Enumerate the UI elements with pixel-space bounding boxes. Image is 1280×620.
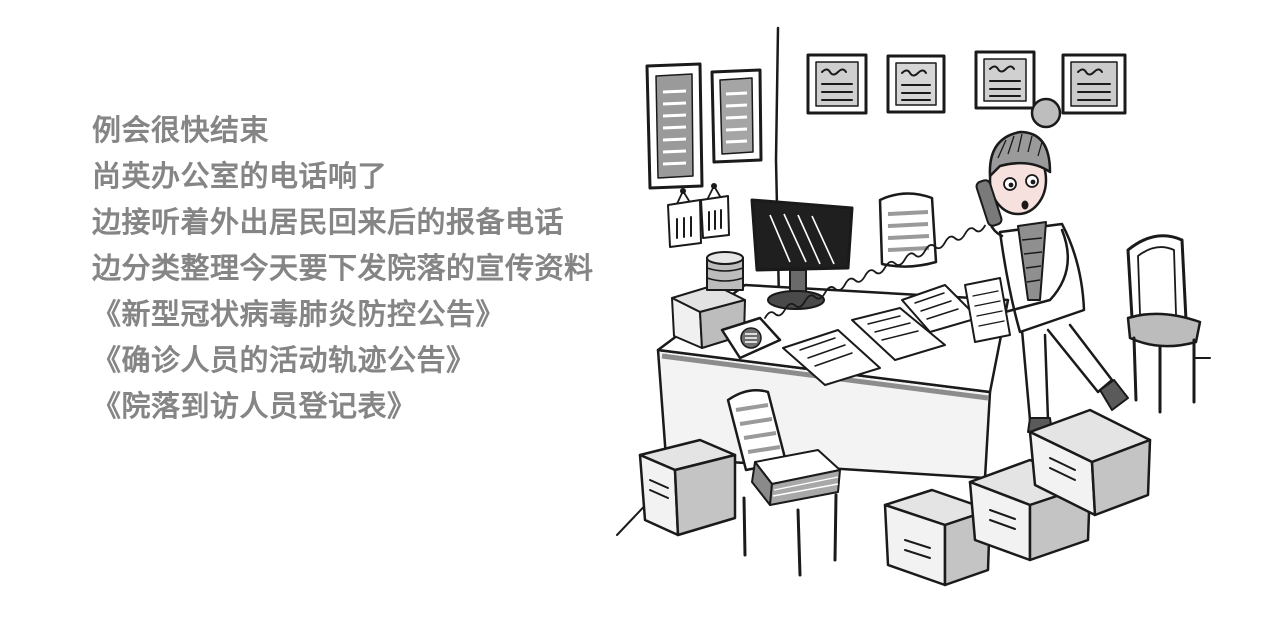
sign-nail [680, 188, 686, 194]
chair-legs [1132, 336, 1196, 414]
narration-text: 例会很快结束 尚英办公室的电话响了 边接听着外出居民回来后的报备电话 边分类整理… [92, 107, 652, 429]
comic-panel: 例会很快结束 尚英办公室的电话响了 边接听着外出居民回来后的报备电话 边分类整理… [0, 0, 1280, 620]
narration-line: 尚英办公室的电话响了 [92, 159, 388, 193]
hanging-sign-1 [667, 188, 702, 248]
right-side-chair [1126, 234, 1202, 414]
narration-line: 《确诊人员的活动轨迹公告》 [92, 343, 476, 377]
office-sketch-illustration [616, 26, 1211, 587]
narration-line: 边分类整理今天要下发院落的宣传资料 [92, 251, 594, 285]
roll-stack-top [706, 251, 744, 265]
floor-box-1 [638, 438, 737, 537]
box-side [673, 453, 737, 537]
back-wall-frame-3 [974, 50, 1036, 110]
narration-line: 《新型冠状病毒肺炎防控公告》 [92, 297, 506, 331]
woman-right-leg [1046, 323, 1114, 394]
narration-line: 例会很快结束 [92, 113, 270, 147]
monitor-neck [789, 269, 807, 293]
sign-nail [711, 183, 717, 189]
chair-legs [742, 493, 838, 577]
chair-back [1126, 234, 1188, 322]
left-wall-frame-2 [710, 68, 763, 164]
woman-mouth [1021, 200, 1029, 210]
back-wall-frame-4 [1061, 53, 1127, 115]
narration-line: 边接听着外出居民回来后的报备电话 [92, 205, 565, 239]
back-wall-frame-2 [886, 54, 946, 114]
chair-back-inner [1137, 246, 1177, 315]
woman-left-leg [1020, 328, 1050, 422]
hanging-sign-2 [700, 183, 730, 239]
monitor-screen [750, 198, 854, 272]
chair-seat [1126, 312, 1202, 348]
woman-hair-bun [1030, 97, 1062, 129]
woman-right-pupil [1030, 179, 1036, 185]
woman-left-pupil [1008, 182, 1014, 188]
narration-line: 《院落到访人员登记表》 [92, 389, 417, 423]
tape-roll-stack [706, 251, 744, 291]
back-wall-frame-1 [806, 53, 868, 115]
left-wall-frame-1 [645, 62, 704, 190]
